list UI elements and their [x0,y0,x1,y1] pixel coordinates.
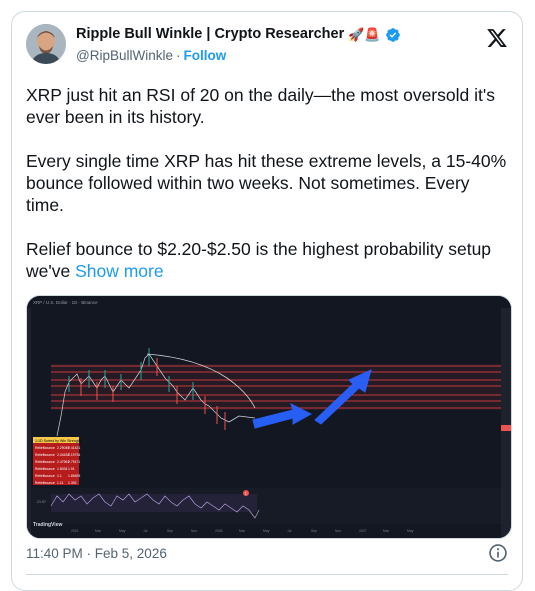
stats-row-6-b: 1.392 [68,481,77,485]
stats-row-4-b: 1.91 [68,467,75,471]
stats-row-2-b: 2.19734 [68,453,80,457]
tweet-media-chart[interactable]: XRP / U.S. Dollar · 1D · Binance 1:1D So… [26,295,512,539]
x-logo-icon[interactable] [486,27,508,49]
time-axis: 2021 Mar May Jul Sep Nov 2026 Mar May Ju… [71,529,414,533]
tweet-header: Ripple Bull Winkle | Crypto Researcher 🚀… [26,24,508,68]
stats-row-4-a: 1.8034 [57,467,67,471]
stats-row-1-b: 2.41421 [68,446,80,450]
separator-dot: · [175,48,181,63]
stats-table-title: 1:1D Sorted by Win Strength [35,439,81,443]
stats-row-3-b: 2.79171 [68,460,80,464]
stats-row-4-label: Reliefbounce [35,467,55,471]
svg-text:Mar: Mar [95,529,102,533]
svg-text:May: May [407,529,414,533]
svg-text:Jul: Jul [143,529,148,533]
svg-text:May: May [119,529,126,533]
author-handle[interactable]: @RipBullWinkle [76,48,173,63]
stats-row-6-a: 1.11 [57,481,63,485]
show-more-link[interactable]: Show more [75,261,164,281]
stats-row-5-a: 1.1 [57,474,62,478]
author-emojis: 🚀🚨 [348,27,381,42]
stats-table: 1:1D Sorted by Win Strength Reliefbounce… [33,437,81,485]
svg-text:May: May [263,529,270,533]
author-handle-row: @RipBullWinkle · Follow [76,47,468,64]
stats-row-5-b: 1.69493 [68,474,80,478]
chart-marker-label: 1 [245,492,247,496]
author-display-name[interactable]: Ripple Bull Winkle | Crypto Researcher [76,25,344,44]
tweet-card: Ripple Bull Winkle | Crypto Researcher 🚀… [11,11,523,591]
info-icon[interactable] [488,543,508,563]
tweet-paragraph-1: XRP just hit an RSI of 20 on the daily—t… [26,85,495,127]
svg-text:2026: 2026 [215,529,223,533]
chart-header-text: XRP / U.S. Dollar · 1D · Binance [33,300,98,305]
svg-text:Sep: Sep [167,529,173,533]
svg-text:Jul: Jul [287,529,292,533]
svg-text:Sep: Sep [311,529,317,533]
tweet-paragraph-3: Relief bounce to $2.20-$2.50 is the high… [26,238,510,282]
svg-text:2027: 2027 [359,529,367,533]
tweet-paragraph-2: Every single time XRP has hit these extr… [26,151,507,215]
stats-row-1-label: Reliefbounce [35,446,55,450]
stats-row-2-label: Reliefbounce [35,453,55,457]
stats-row-3-label: Reliefbounce [35,460,55,464]
tradingview-watermark: TradingView [33,522,62,528]
avatar-image [26,24,66,64]
divider [26,574,508,575]
verified-badge-icon [385,27,400,42]
svg-text:Mar: Mar [239,529,246,533]
svg-text:Nov: Nov [335,529,341,533]
svg-text:2021: 2021 [71,529,79,533]
tweet-text: XRP just hit an RSI of 20 on the daily—t… [26,84,510,304]
svg-text:Mar: Mar [383,529,390,533]
stats-row-5-label: Reliefbounce [35,474,55,478]
svg-text:Nov: Nov [191,529,197,533]
avatar[interactable] [26,24,66,64]
chart-image: XRP / U.S. Dollar · 1D · Binance 1:1D So… [27,296,511,538]
follow-button[interactable]: Follow [183,48,226,63]
author-name-row: Ripple Bull Winkle | Crypto Researcher 🚀… [76,25,468,44]
author-block: Ripple Bull Winkle | Crypto Researcher 🚀… [76,25,468,64]
tweet-timestamp[interactable]: 11:40 PM · Feb 5, 2026 [26,546,167,561]
rsi-value-label: 21.97 [37,500,46,504]
stats-row-6-label: Reliefbounce [35,481,55,485]
